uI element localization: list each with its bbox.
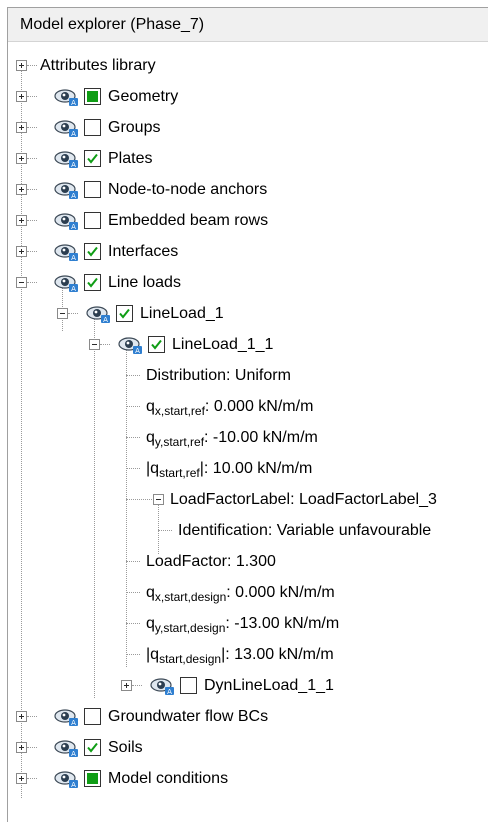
expand-icon[interactable] xyxy=(121,680,132,691)
property-label: qy,start,ref: -10.00 kN/m/m xyxy=(146,429,318,449)
collapse-icon[interactable] xyxy=(89,339,100,350)
panel-title: Model explorer (Phase_7) xyxy=(8,8,488,42)
svg-text:A: A xyxy=(71,130,76,138)
expand-icon[interactable] xyxy=(16,773,27,784)
plates-checkbox[interactable] xyxy=(84,150,101,167)
tree-connector xyxy=(126,349,127,667)
property-label: qx,start,ref: 0.000 kN/m/m xyxy=(146,398,314,418)
groups-checkbox[interactable] xyxy=(84,119,101,136)
embedded-beams-checkbox[interactable] xyxy=(84,212,101,229)
svg-text:A: A xyxy=(103,316,108,324)
svg-text:A: A xyxy=(71,254,76,262)
line-loads-checkbox[interactable] xyxy=(84,274,101,291)
eye-icon[interactable]: A xyxy=(86,304,112,324)
eye-icon[interactable]: A xyxy=(54,273,80,293)
svg-text:A: A xyxy=(71,161,76,169)
tree-item-label: Groups xyxy=(108,119,161,136)
eye-icon[interactable]: A xyxy=(150,676,176,696)
property-label: Identification: Variable unfavourable xyxy=(178,522,432,539)
expand-icon[interactable] xyxy=(16,91,27,102)
lineload-1-1-checkbox[interactable] xyxy=(148,336,165,353)
model-explorer-panel: Model explorer (Phase_7) Attributes libr… xyxy=(7,7,488,822)
tree-item-label: Attributes library xyxy=(40,57,156,74)
tree-item-label: Node-to-node anchors xyxy=(108,181,268,198)
svg-text:A: A xyxy=(135,347,140,355)
groundwater-checkbox[interactable] xyxy=(84,708,101,725)
tree-item-label: LineLoad_1_1 xyxy=(172,336,274,353)
model-tree: Attributes library A Geometry A Groups A… xyxy=(8,42,488,822)
expand-icon[interactable] xyxy=(16,215,27,226)
eye-icon[interactable]: A xyxy=(118,335,144,355)
tree-item-label: Embedded beam rows xyxy=(108,212,269,229)
svg-text:A: A xyxy=(71,223,76,231)
eye-icon[interactable]: A xyxy=(54,149,80,169)
expand-icon[interactable] xyxy=(16,60,27,71)
collapse-icon[interactable] xyxy=(16,277,27,288)
property-label: |qstart,design|: 13.00 kN/m/m xyxy=(146,646,334,666)
tree-item-label: Line loads xyxy=(108,274,181,291)
soils-checkbox[interactable] xyxy=(84,739,101,756)
eye-icon[interactable]: A xyxy=(54,769,80,789)
lineload-1-checkbox[interactable] xyxy=(116,305,133,322)
eye-icon[interactable]: A xyxy=(54,180,80,200)
property-label: qx,start,design: 0.000 kN/m/m xyxy=(146,584,335,604)
eye-icon[interactable]: A xyxy=(54,707,80,727)
dyn-lineload-checkbox[interactable] xyxy=(180,677,197,694)
tree-item-label: Soils xyxy=(108,739,143,756)
tree-item-label: Model conditions xyxy=(108,770,229,787)
tree-item-label: Plates xyxy=(108,150,153,167)
expand-icon[interactable] xyxy=(16,122,27,133)
svg-text:A: A xyxy=(71,781,76,789)
svg-text:A: A xyxy=(71,192,76,200)
expand-icon[interactable] xyxy=(16,153,27,164)
interfaces-checkbox[interactable] xyxy=(84,243,101,260)
tree-item-label: Geometry xyxy=(108,88,179,105)
svg-text:A: A xyxy=(71,719,76,727)
collapse-icon[interactable] xyxy=(153,494,164,505)
property-label: LoadFactorLabel: LoadFactorLabel_3 xyxy=(170,491,437,508)
expand-icon[interactable] xyxy=(16,184,27,195)
svg-text:A: A xyxy=(71,99,76,107)
tree-item-label: LineLoad_1 xyxy=(140,305,224,322)
property-label: |qstart,ref|: 10.00 kN/m/m xyxy=(146,460,313,480)
expand-icon[interactable] xyxy=(16,742,27,753)
eye-icon[interactable]: A xyxy=(54,211,80,231)
svg-text:A: A xyxy=(71,750,76,758)
tree-item-label: Groundwater flow BCs xyxy=(108,708,269,725)
property-label: LoadFactor: 1.300 xyxy=(146,553,276,570)
property-label: qy,start,design: -13.00 kN/m/m xyxy=(146,615,340,635)
geometry-checkbox[interactable] xyxy=(84,88,101,105)
tree-connector xyxy=(94,318,95,698)
svg-text:A: A xyxy=(167,688,172,696)
eye-icon[interactable]: A xyxy=(54,87,80,107)
eye-icon[interactable]: A xyxy=(54,118,80,138)
expand-icon[interactable] xyxy=(16,246,27,257)
eye-icon[interactable]: A xyxy=(54,738,80,758)
eye-icon[interactable]: A xyxy=(54,242,80,262)
tree-item-label: Interfaces xyxy=(108,243,179,260)
tree-item-label: DynLineLoad_1_1 xyxy=(204,677,334,694)
svg-text:A: A xyxy=(71,285,76,293)
collapse-icon[interactable] xyxy=(57,308,68,319)
expand-icon[interactable] xyxy=(16,711,27,722)
property-label: Distribution: Uniform xyxy=(146,367,291,384)
model-conditions-checkbox[interactable] xyxy=(84,770,101,787)
tree-connector xyxy=(21,70,22,798)
node-anchors-checkbox[interactable] xyxy=(84,181,101,198)
